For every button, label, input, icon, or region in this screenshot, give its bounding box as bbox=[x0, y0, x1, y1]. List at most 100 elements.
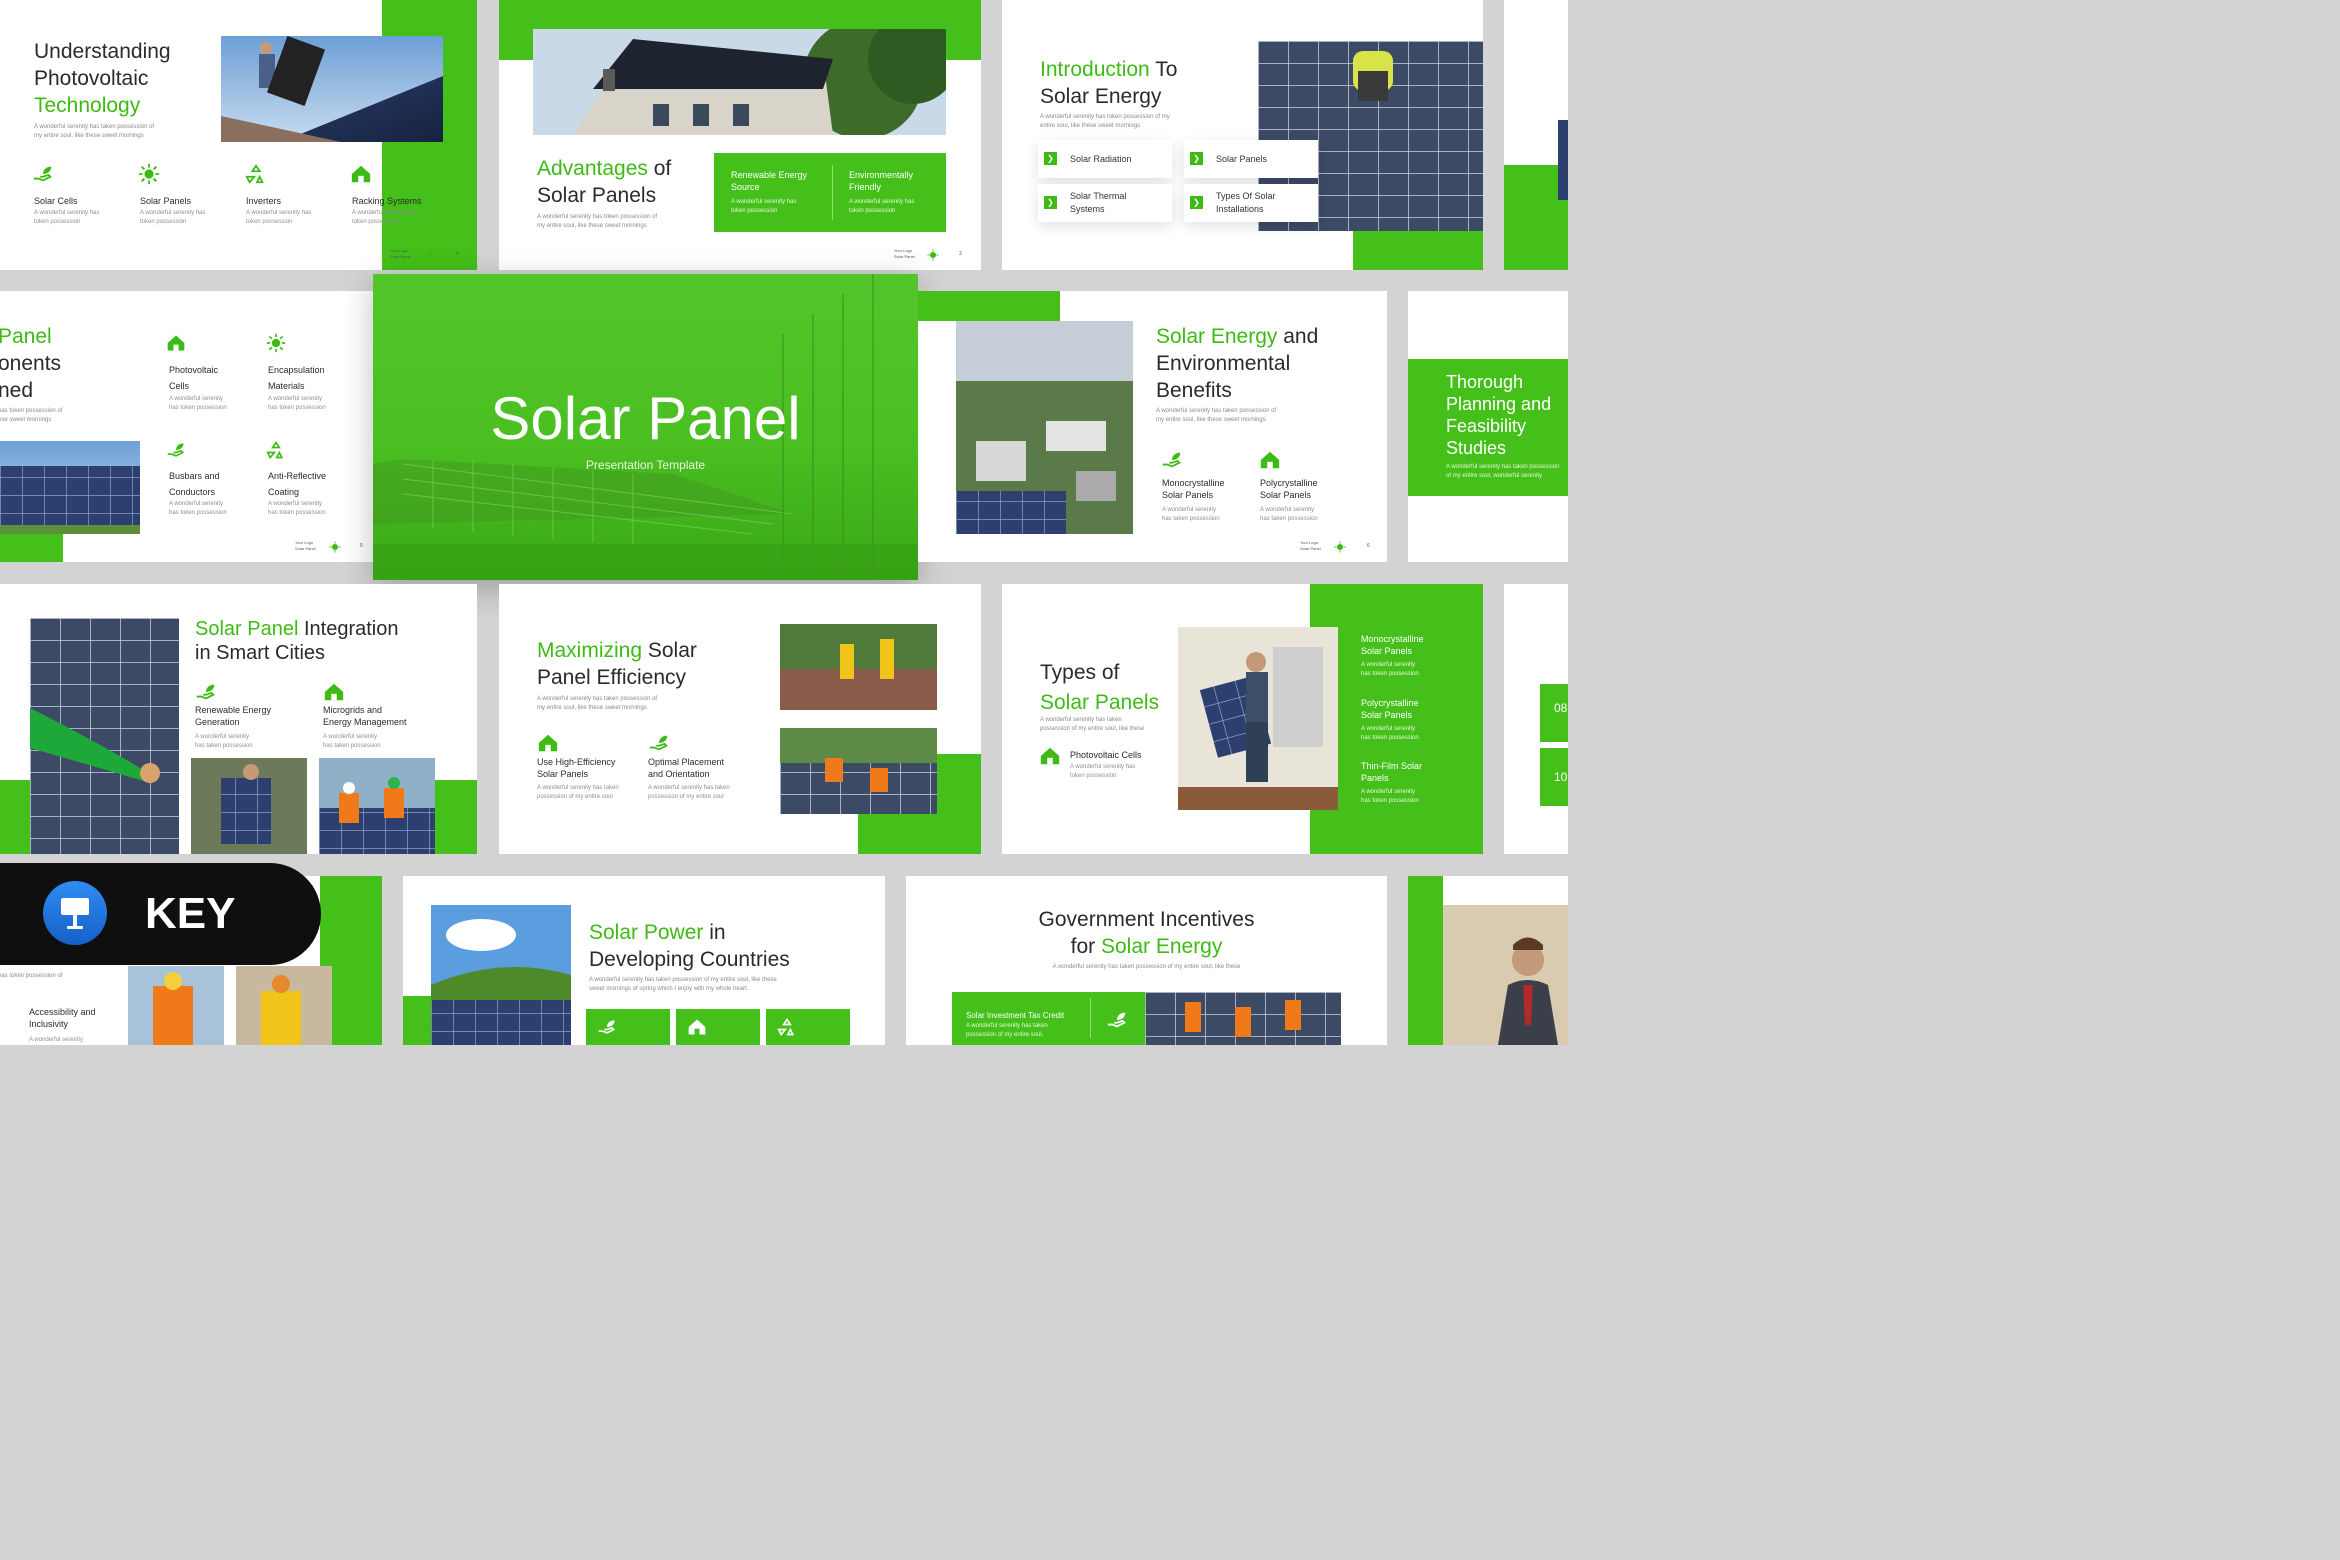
sun-icon bbox=[138, 163, 160, 185]
chip-label-1: Solar Thermal bbox=[1070, 191, 1127, 201]
title-green: Solar Panels bbox=[1040, 691, 1160, 714]
side-1-desc-2: has token possession bbox=[1361, 735, 1419, 741]
chip-types-of-installations[interactable]: ❯ Types Of Solar Installations bbox=[1184, 184, 1318, 222]
item-2-desc-1: A wonderful serenity bbox=[169, 501, 224, 507]
hand-leaf-icon bbox=[598, 1020, 616, 1034]
box-desc-1: A wonderful serenity has taken bbox=[966, 1023, 1048, 1029]
title-line-3: ned bbox=[0, 379, 34, 402]
box2-line-1: Environmentally bbox=[849, 170, 914, 180]
item-1-desc-2: has taken possession bbox=[323, 743, 381, 749]
title-line-2: Environmental bbox=[1156, 352, 1291, 375]
side-0-desc-1: A wonderful serenity bbox=[1361, 662, 1416, 668]
slide-smart-cities[interactable]: Solar Panel Integration in Smart Cities … bbox=[0, 584, 477, 854]
title-line-3: Technology bbox=[34, 94, 141, 117]
item-1-line-1: Microgrids and bbox=[323, 705, 383, 715]
title-line-2: Planning and bbox=[1446, 394, 1552, 414]
title-line-1: Government Incentives bbox=[1038, 908, 1255, 931]
workers-roof-photo bbox=[1145, 992, 1341, 1045]
slide-partial-team[interactable] bbox=[1408, 876, 1568, 1045]
side-1-desc-1: A wonderful serenity bbox=[1361, 726, 1416, 732]
item-0-desc-2: possession of my entire soul bbox=[537, 794, 613, 800]
slide-government-incentives[interactable]: Government Incentives for Solar Energy A… bbox=[906, 876, 1387, 1045]
divider bbox=[832, 165, 833, 220]
desc-line-2: my entire soul, like these sweet morning… bbox=[537, 223, 647, 229]
title-line-2: Solar Energy bbox=[1040, 85, 1162, 108]
slide-advantages[interactable]: Advantages of Solar Panels A wonderful s… bbox=[499, 0, 981, 270]
item-desc-2: token possession bbox=[1070, 773, 1117, 779]
title-green: Solar Energy bbox=[1156, 325, 1278, 348]
title-line-2: in Smart Cities bbox=[195, 642, 326, 664]
worker-vest-photo-1 bbox=[128, 966, 224, 1045]
keynote-icon bbox=[43, 881, 107, 945]
item-1-line-1: Optimal Placement bbox=[648, 757, 725, 767]
green-accent-block bbox=[403, 996, 431, 1045]
number-10: 10 bbox=[1554, 770, 1568, 784]
item-label: Photovoltaic Cells bbox=[1070, 750, 1142, 760]
chip-label-1: Types Of Solar bbox=[1216, 191, 1276, 201]
title-line-2: Photovoltaic bbox=[34, 67, 149, 90]
box2-line-2: Friendly bbox=[849, 182, 882, 192]
chip-label-2: Systems bbox=[1070, 204, 1105, 214]
item-desc-3a: A wonderful serenity has bbox=[352, 210, 418, 216]
side-0-desc-2: has token possession bbox=[1361, 671, 1419, 677]
title-green: Solar Power bbox=[589, 921, 704, 944]
desc-line-1: A wonderful serenity has token possessio… bbox=[1040, 114, 1170, 120]
slide-environmental-benefits[interactable]: Solar Energy and Environmental Benefits … bbox=[918, 291, 1387, 562]
desc-line: has token possession of bbox=[0, 973, 63, 979]
sun-logo-icon bbox=[329, 541, 341, 553]
item-desc-2a: A wonderful serenity has bbox=[246, 210, 312, 216]
title-line-1: Types of bbox=[1040, 661, 1120, 684]
house-icon bbox=[688, 1019, 706, 1035]
item-0-line-1: Use High-Efficiency bbox=[537, 757, 616, 767]
number-08: 08 bbox=[1554, 701, 1568, 715]
box2-desc-1: A wonderful serenity has bbox=[849, 199, 915, 205]
item-1-line-1: Encapsulation bbox=[268, 365, 325, 375]
title-rest: of bbox=[647, 157, 672, 180]
sun-icon bbox=[266, 333, 286, 353]
chip-solar-radiation[interactable]: ❯ Solar Radiation bbox=[1038, 140, 1172, 178]
item-desc-2b: token possession bbox=[246, 219, 293, 225]
item-1-line-2: Materials bbox=[268, 381, 305, 391]
slide-developing-countries[interactable]: Solar Power in Developing Countries A wo… bbox=[403, 876, 885, 1045]
chip-solar-thermal[interactable]: ❯ Solar Thermal Systems bbox=[1038, 184, 1172, 222]
item-1-desc-2: has token possession bbox=[268, 405, 326, 411]
slide-types[interactable]: Types of Solar Panels A wonderful sereni… bbox=[1002, 584, 1483, 854]
item-desc-1b: token possession bbox=[140, 219, 187, 225]
green-accent-block bbox=[918, 291, 1060, 321]
slide-components[interactable]: Panel onents ned has token possession of… bbox=[0, 291, 373, 562]
house-photo bbox=[533, 29, 946, 135]
slide-partial-top-right[interactable] bbox=[1504, 0, 1568, 270]
slide-partial-numbers[interactable]: 08 10 bbox=[1504, 584, 1568, 854]
house-icon bbox=[324, 683, 344, 701]
title-line-2: Panel Efficiency bbox=[537, 666, 687, 689]
hand-leaf-icon bbox=[649, 735, 668, 751]
title-line-1: Thorough bbox=[1446, 372, 1524, 392]
man-with-panel-photo bbox=[1178, 627, 1338, 810]
slide-introduction[interactable]: Introduction To Solar Energy A wonderful… bbox=[1002, 0, 1483, 270]
chip-solar-panels[interactable]: ❯ Solar Panels bbox=[1184, 140, 1318, 178]
item-0-line-2: Generation bbox=[195, 717, 240, 727]
worker-holding-panel-photo bbox=[191, 758, 307, 854]
desc-line-2: possession of my entire soul, like these bbox=[1040, 726, 1145, 732]
house-icon bbox=[351, 165, 371, 183]
title-line-1: Understanding bbox=[34, 40, 171, 63]
item-desc: A wonderful serenity bbox=[29, 1037, 84, 1043]
item-0-line-2: Solar Panels bbox=[1162, 490, 1214, 500]
side-0-line-2: Solar Panels bbox=[1361, 646, 1413, 656]
cover-slide[interactable]: Solar Panel Presentation Template bbox=[373, 274, 918, 580]
title-green: Maximizing bbox=[537, 639, 643, 662]
title-line-2: onents bbox=[0, 352, 62, 375]
box1-desc-2: token possession bbox=[731, 208, 778, 214]
item-1-desc-1: A wonderful serenity bbox=[268, 396, 323, 402]
worker-panels-photo bbox=[30, 618, 179, 854]
item-1-line-1: Polycrystalline bbox=[1260, 478, 1318, 488]
item-1-desc-1: A wonderful serenity bbox=[323, 734, 378, 740]
box1-desc-1: A wonderful serenity has bbox=[731, 199, 797, 205]
logo-subtext: Solar Panel bbox=[1300, 546, 1321, 551]
item-1-line-2: Solar Panels bbox=[1260, 490, 1312, 500]
slide-understanding-pv[interactable]: Understanding Photovoltaic Technology A … bbox=[0, 0, 477, 270]
slide-efficiency[interactable]: Maximizing Solar Panel Efficiency A wond… bbox=[499, 584, 981, 854]
desc-line-1: A wonderful serenity has taken possessio… bbox=[1446, 464, 1560, 470]
chevron-right-icon: ❯ bbox=[1190, 196, 1203, 209]
slide-planning[interactable]: Thorough Planning and Feasibility Studie… bbox=[1408, 291, 1568, 562]
